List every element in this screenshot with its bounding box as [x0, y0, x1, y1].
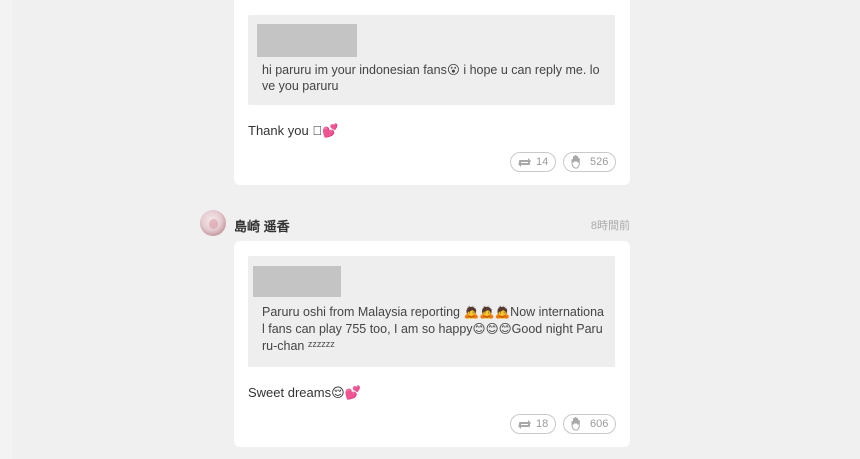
reply-text: Thank you 🏻💕: [248, 123, 339, 138]
author-name[interactable]: 島崎 遥香: [234, 216, 290, 235]
quoted-text: Paruru oshi from Malaysia reporting 🙇🙇🙇N…: [262, 305, 604, 353]
avatar[interactable]: [200, 210, 226, 236]
retweet-button[interactable]: 14: [510, 152, 556, 172]
like-count: 526: [590, 156, 609, 168]
post-card-2: Paruru oshi from Malaysia reporting 🙇🙇🙇N…: [234, 241, 630, 447]
retweet-icon: [517, 156, 532, 169]
retweet-icon: [517, 418, 532, 431]
retweet-button[interactable]: 18: [510, 414, 556, 434]
raised-hand-icon: [570, 417, 586, 431]
like-button[interactable]: 606: [563, 414, 616, 434]
quoted-text: hi paruru im your indonesian fans😮 i hop…: [262, 63, 600, 93]
quoted-message: Paruru oshi from Malaysia reporting 🙇🙇🙇N…: [248, 256, 615, 367]
post-header-2: 島崎 遥香 8時間前: [200, 209, 630, 239]
quoted-message: hi paruru im your indonesian fans😮 i hop…: [248, 15, 615, 105]
post-card-1: hi paruru im your indonesian fans😮 i hop…: [234, 0, 630, 185]
quoted-image-placeholder: [257, 24, 357, 57]
like-button[interactable]: 526: [563, 152, 616, 172]
page-left-strip: [0, 0, 12, 459]
post-time: 8時間前: [590, 220, 630, 232]
like-count: 606: [590, 418, 609, 430]
reply-text: Sweet dreams😌💕: [248, 385, 361, 400]
retweet-count: 14: [536, 156, 549, 168]
raised-hand-icon: [570, 155, 586, 169]
quoted-image-placeholder: [253, 266, 341, 297]
retweet-count: 18: [536, 418, 549, 430]
